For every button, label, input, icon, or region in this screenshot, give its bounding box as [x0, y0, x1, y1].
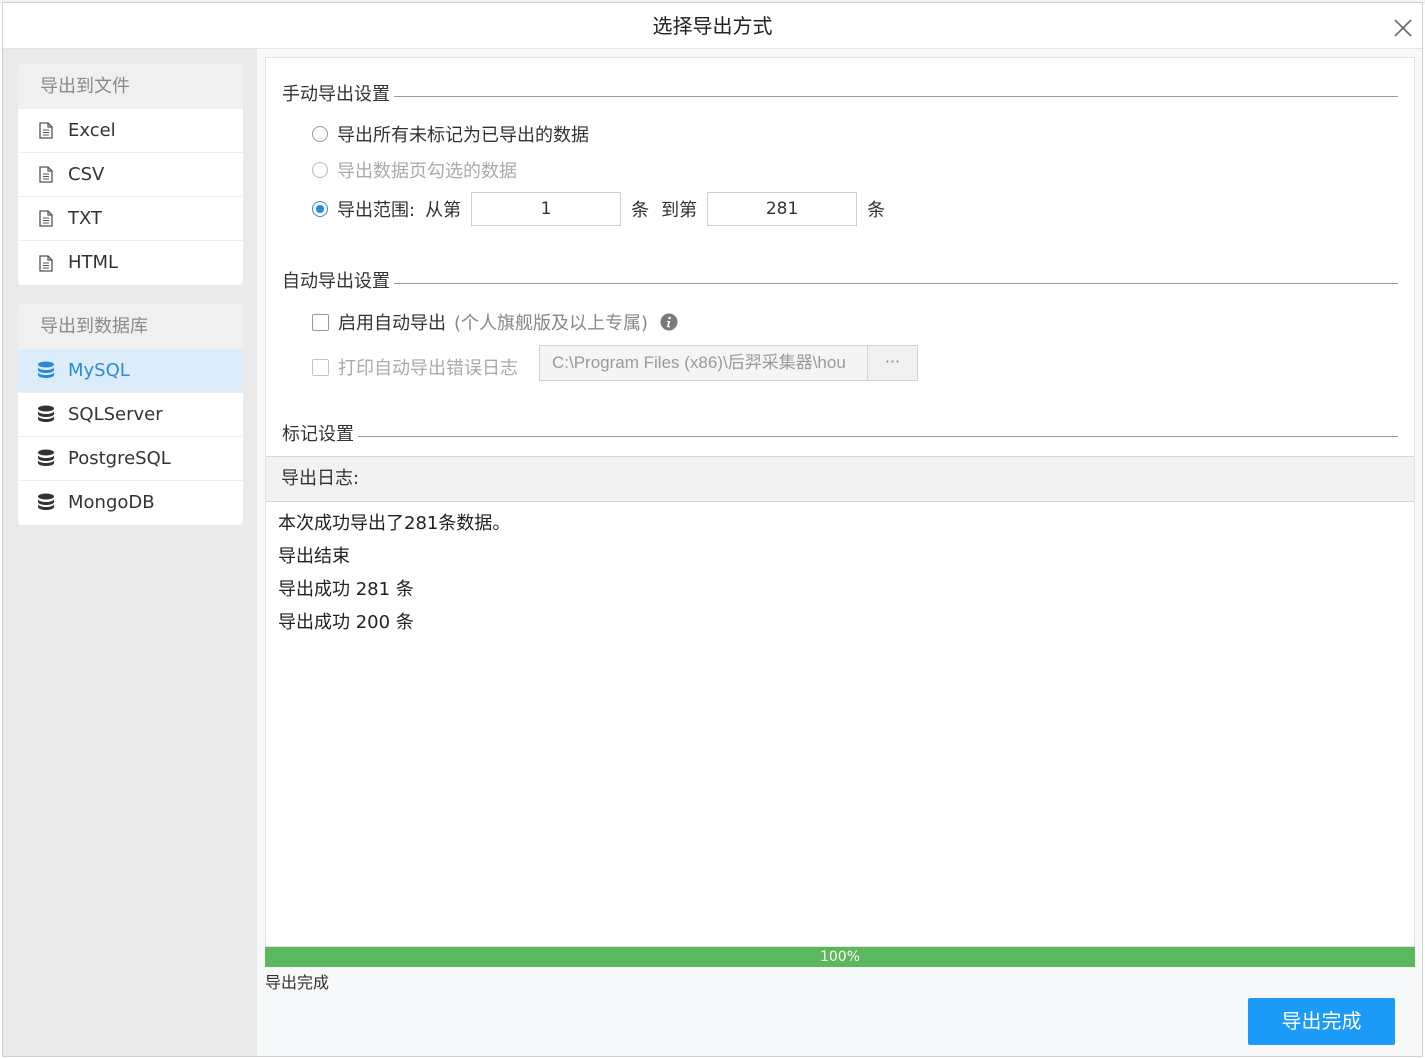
- sidebar-item-label: MongoDB: [68, 492, 155, 513]
- dialog-titlebar: 选择导出方式: [3, 3, 1422, 49]
- db-group-title: 导出到数据库: [18, 304, 243, 349]
- mark-section-title: 标记设置: [282, 420, 1398, 446]
- section-divider: [358, 435, 1398, 437]
- option-label: 导出所有未标记为已导出的数据: [337, 125, 589, 146]
- section-title-text: 标记设置: [282, 424, 354, 445]
- sidebar-item-label: HTML: [68, 252, 119, 273]
- browse-button: ···: [867, 345, 918, 381]
- file-group-title: 导出到文件: [18, 64, 243, 109]
- export-dialog: 选择导出方式 导出到文件 Excel CSV TXT HTML 导出到数据库 M…: [2, 2, 1423, 1057]
- log-path-input: C:\Program Files (x86)\后羿采集器\hou: [539, 345, 868, 381]
- export-settings-main: 手动导出设置 导出所有未标记为已导出的数据 导出数据页勾选的数据 导出范围: 从…: [257, 49, 1422, 1056]
- option-label: 导出范围:: [337, 200, 416, 221]
- premium-note: (个人旗舰版及以上专属): [454, 313, 649, 334]
- close-icon: [1394, 19, 1412, 37]
- sidebar-item-label: PostgreSQL: [68, 447, 171, 469]
- section-title-text: 自动导出设置: [282, 271, 390, 292]
- log-line: 本次成功导出了281条数据。: [278, 513, 511, 534]
- sidebar-item-html[interactable]: HTML: [18, 241, 243, 285]
- export-type-sidebar: 导出到文件 Excel CSV TXT HTML 导出到数据库 MySQL SQ…: [3, 49, 257, 1056]
- sidebar-item-mongodb[interactable]: MongoDB: [18, 481, 243, 525]
- checkbox-enable-auto-export[interactable]: [312, 313, 329, 331]
- sidebar-item-label: Excel: [68, 119, 116, 141]
- from-label: 从第: [425, 200, 462, 221]
- radio-export-range[interactable]: [312, 201, 328, 217]
- document-icon: [34, 207, 58, 231]
- option-enable-auto-export[interactable]: 启用自动导出 (个人旗舰版及以上专属): [312, 309, 678, 335]
- settings-panel: 手动导出设置 导出所有未标记为已导出的数据 导出数据页勾选的数据 导出范围: 从…: [265, 57, 1415, 947]
- sidebar-item-postgresql[interactable]: PostgreSQL: [18, 437, 243, 481]
- database-icon: [34, 447, 58, 471]
- unit-label: 条: [631, 200, 650, 221]
- sidebar-item-label: CSV: [68, 163, 105, 185]
- option-print-error-log: 打印自动导出错误日志: [312, 354, 518, 380]
- option-export-range[interactable]: 导出范围: 从第 条 到第 条: [312, 192, 885, 226]
- export-log-box: 导出日志: 本次成功导出了281条数据。 导出结束 导出成功 281 条 导出成…: [266, 456, 1414, 942]
- sidebar-item-txt[interactable]: TXT: [18, 197, 243, 241]
- sidebar-item-label: SQLServer: [68, 403, 163, 425]
- log-line: 导出结束: [278, 546, 350, 567]
- sidebar-item-mysql[interactable]: MySQL: [18, 349, 243, 393]
- range-to-input[interactable]: [707, 192, 858, 226]
- sidebar-item-csv[interactable]: CSV: [18, 153, 243, 197]
- range-from-input[interactable]: [471, 192, 622, 226]
- database-icon: [34, 491, 58, 515]
- close-button[interactable]: [1390, 11, 1416, 37]
- log-header: 导出日志:: [266, 457, 1414, 502]
- auto-export-section-title: 自动导出设置: [282, 267, 1398, 293]
- database-icon: [34, 359, 58, 383]
- section-divider: [394, 95, 1398, 97]
- file-export-group: 导出到文件 Excel CSV TXT HTML: [18, 64, 243, 285]
- export-done-button[interactable]: 导出完成: [1248, 998, 1395, 1045]
- radio-export-checked: [312, 162, 328, 178]
- checkbox-print-error-log: [312, 358, 329, 376]
- export-progress-bar: 100%: [265, 947, 1415, 967]
- unit-label: 条: [867, 200, 886, 221]
- option-label: 启用自动导出: [338, 313, 446, 334]
- log-line: 导出成功 281 条: [278, 579, 414, 600]
- progress-label: 100%: [819, 949, 861, 965]
- status-text: 导出完成: [265, 973, 330, 992]
- dialog-title: 选择导出方式: [652, 14, 773, 38]
- log-line: 导出成功 200 条: [278, 612, 414, 633]
- option-export-checked: 导出数据页勾选的数据: [312, 157, 517, 183]
- section-divider: [394, 282, 1398, 284]
- log-lines[interactable]: 本次成功导出了281条数据。 导出结束 导出成功 281 条 导出成功 200 …: [266, 502, 1414, 650]
- sidebar-item-label: TXT: [68, 207, 103, 229]
- section-title-text: 手动导出设置: [282, 84, 390, 105]
- info-icon[interactable]: [660, 313, 678, 331]
- document-icon: [34, 163, 58, 187]
- database-icon: [34, 403, 58, 427]
- option-export-all-unmarked[interactable]: 导出所有未标记为已导出的数据: [312, 121, 589, 147]
- option-label: 导出数据页勾选的数据: [337, 161, 517, 182]
- to-label: 到第: [661, 200, 698, 221]
- radio-export-all-unmarked[interactable]: [312, 126, 328, 142]
- document-icon: [34, 251, 58, 275]
- db-export-group: 导出到数据库 MySQL SQLServer PostgreSQL MongoD…: [18, 304, 243, 525]
- sidebar-item-label: MySQL: [68, 359, 130, 381]
- option-label: 打印自动导出错误日志: [338, 358, 518, 379]
- document-icon: [34, 119, 58, 143]
- manual-export-section-title: 手动导出设置: [282, 80, 1398, 106]
- sidebar-item-sqlserver[interactable]: SQLServer: [18, 393, 243, 437]
- sidebar-item-excel[interactable]: Excel: [18, 109, 243, 153]
